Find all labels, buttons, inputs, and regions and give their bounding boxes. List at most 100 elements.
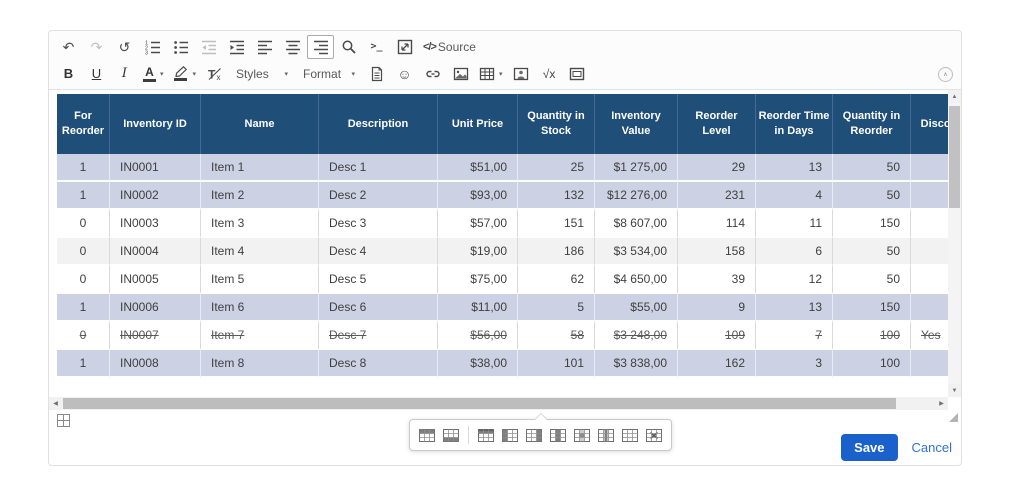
table-cell[interactable]: $3 838,00 <box>595 350 678 378</box>
table-split-cell-button[interactable] <box>595 423 617 447</box>
save-button[interactable]: Save <box>841 434 897 461</box>
table-insert-column-left-button[interactable] <box>499 423 521 447</box>
horizontal-scrollbar[interactable]: ◀ ▶ <box>49 397 948 410</box>
maximize-button[interactable] <box>391 35 418 59</box>
table-cell[interactable]: 4 <box>756 182 833 210</box>
table-cell[interactable] <box>911 266 948 294</box>
styles-button[interactable]: Styles▾ <box>229 62 295 86</box>
emoji-button[interactable]: ☺ <box>391 62 418 86</box>
table-cell[interactable]: $51,00 <box>438 154 518 182</box>
scroll-up-icon[interactable]: ▲ <box>948 90 961 103</box>
table-cell[interactable]: 39 <box>678 266 756 294</box>
table-cell[interactable]: 11 <box>756 210 833 238</box>
column-header[interactable]: Name <box>201 94 319 154</box>
table-cell[interactable]: 62 <box>518 266 595 294</box>
table-cell[interactable]: Item 8 <box>201 350 319 378</box>
table-cell[interactable]: 100 <box>833 322 911 350</box>
terminal-button[interactable]: >_ <box>363 35 390 59</box>
table-cell[interactable]: Desc 7 <box>319 322 438 350</box>
column-header[interactable]: Inventory Value <box>595 94 678 154</box>
table-cell[interactable]: Desc 6 <box>319 294 438 322</box>
table-cell[interactable]: 12 <box>756 266 833 294</box>
column-header[interactable]: Quantity in Reorder <box>833 94 911 154</box>
table-insert-row-below-button[interactable] <box>440 423 462 447</box>
text-color-button[interactable]: A▾ <box>139 62 168 86</box>
paragraph-format-button[interactable]: Format▾ <box>296 62 362 86</box>
table-cell[interactable]: $56,00 <box>438 322 518 350</box>
table-cell[interactable]: 9 <box>678 294 756 322</box>
increase-indent-button[interactable] <box>223 35 250 59</box>
table-cell[interactable]: $4 650,00 <box>595 266 678 294</box>
table-cell[interactable]: 13 <box>756 294 833 322</box>
table-cell[interactable]: $1 275,00 <box>595 154 678 182</box>
align-right-button[interactable] <box>307 35 334 59</box>
table-cell[interactable]: 5 <box>518 294 595 322</box>
table-cell[interactable]: 1 <box>57 294 110 322</box>
image-button[interactable] <box>447 62 474 86</box>
table-cell[interactable]: 186 <box>518 238 595 266</box>
table-cell[interactable]: 1 <box>57 154 110 182</box>
table-cell[interactable]: Desc 5 <box>319 266 438 294</box>
column-header[interactable]: Unit Price <box>438 94 518 154</box>
table-cell[interactable]: 0 <box>57 266 110 294</box>
source-button[interactable]: </>Source <box>419 35 480 59</box>
bulleted-list-button[interactable] <box>167 35 194 59</box>
table-cell[interactable]: $8 607,00 <box>595 210 678 238</box>
table-cell[interactable]: Desc 4 <box>319 238 438 266</box>
table-cell[interactable]: $38,00 <box>438 350 518 378</box>
remove-format-button[interactable]: Tx <box>201 62 228 86</box>
table-cell[interactable]: Item 1 <box>201 154 319 182</box>
table-cell[interactable]: Item 4 <box>201 238 319 266</box>
table-cell[interactable]: IN0008 <box>110 350 201 378</box>
table-delete-column-button[interactable] <box>547 423 569 447</box>
table-cell[interactable]: $93,00 <box>438 182 518 210</box>
table-merge-cells-button[interactable] <box>571 423 593 447</box>
link-button[interactable] <box>419 62 446 86</box>
table-cell[interactable]: IN0002 <box>110 182 201 210</box>
table-cell[interactable]: 29 <box>678 154 756 182</box>
table-cell[interactable]: $3 534,00 <box>595 238 678 266</box>
vertical-scrollbar[interactable]: ▲ ▼ <box>948 90 961 397</box>
bold-button[interactable]: B <box>55 62 82 86</box>
table-insert-row-above-button[interactable] <box>416 423 438 447</box>
table-cell[interactable]: 0 <box>57 322 110 350</box>
iframe-button[interactable] <box>564 62 591 86</box>
table-cell[interactable]: 109 <box>678 322 756 350</box>
table-cell[interactable]: 50 <box>833 182 911 210</box>
table-properties-button[interactable] <box>619 423 641 447</box>
table-cell[interactable]: Item 5 <box>201 266 319 294</box>
table-cell[interactable]: IN0007 <box>110 322 201 350</box>
table-cell[interactable] <box>911 350 948 378</box>
table-cell[interactable]: $11,00 <box>438 294 518 322</box>
placeholder-button[interactable] <box>508 62 535 86</box>
table-cell[interactable]: $12 276,00 <box>595 182 678 210</box>
table-cell[interactable]: 100 <box>833 350 911 378</box>
table-cell[interactable]: Yes <box>911 322 948 350</box>
table-cell[interactable]: Desc 2 <box>319 182 438 210</box>
table-cell[interactable]: Item 3 <box>201 210 319 238</box>
table-cell[interactable]: Desc 3 <box>319 210 438 238</box>
background-color-button[interactable]: ▾ <box>169 62 201 86</box>
table-cell[interactable]: IN0001 <box>110 154 201 182</box>
table-cell[interactable]: Item 7 <box>201 322 319 350</box>
table-cell[interactable]: IN0006 <box>110 294 201 322</box>
column-header[interactable]: Quantity in Stock <box>518 94 595 154</box>
table-cell[interactable]: 1 <box>57 350 110 378</box>
table-cell[interactable]: 158 <box>678 238 756 266</box>
table-cell[interactable]: $55,00 <box>595 294 678 322</box>
column-header[interactable]: Reorder Level <box>678 94 756 154</box>
collapse-toolbar-button[interactable]: ∧ <box>938 67 953 82</box>
table-cell[interactable]: 50 <box>833 154 911 182</box>
table-cell[interactable]: 0 <box>57 238 110 266</box>
table-cell[interactable] <box>911 210 948 238</box>
column-header[interactable]: Inventory ID <box>110 94 201 154</box>
scroll-left-icon[interactable]: ◀ <box>49 397 62 410</box>
table-cell[interactable]: 162 <box>678 350 756 378</box>
numbered-list-button[interactable]: 123 <box>139 35 166 59</box>
table-cell[interactable]: 3 <box>756 350 833 378</box>
column-header[interactable]: Reorder Time in Days <box>756 94 833 154</box>
table-cell[interactable]: IN0003 <box>110 210 201 238</box>
table-cell[interactable]: Desc 1 <box>319 154 438 182</box>
table-insert-column-right-button[interactable] <box>523 423 545 447</box>
table-cell[interactable]: $3 248,00 <box>595 322 678 350</box>
